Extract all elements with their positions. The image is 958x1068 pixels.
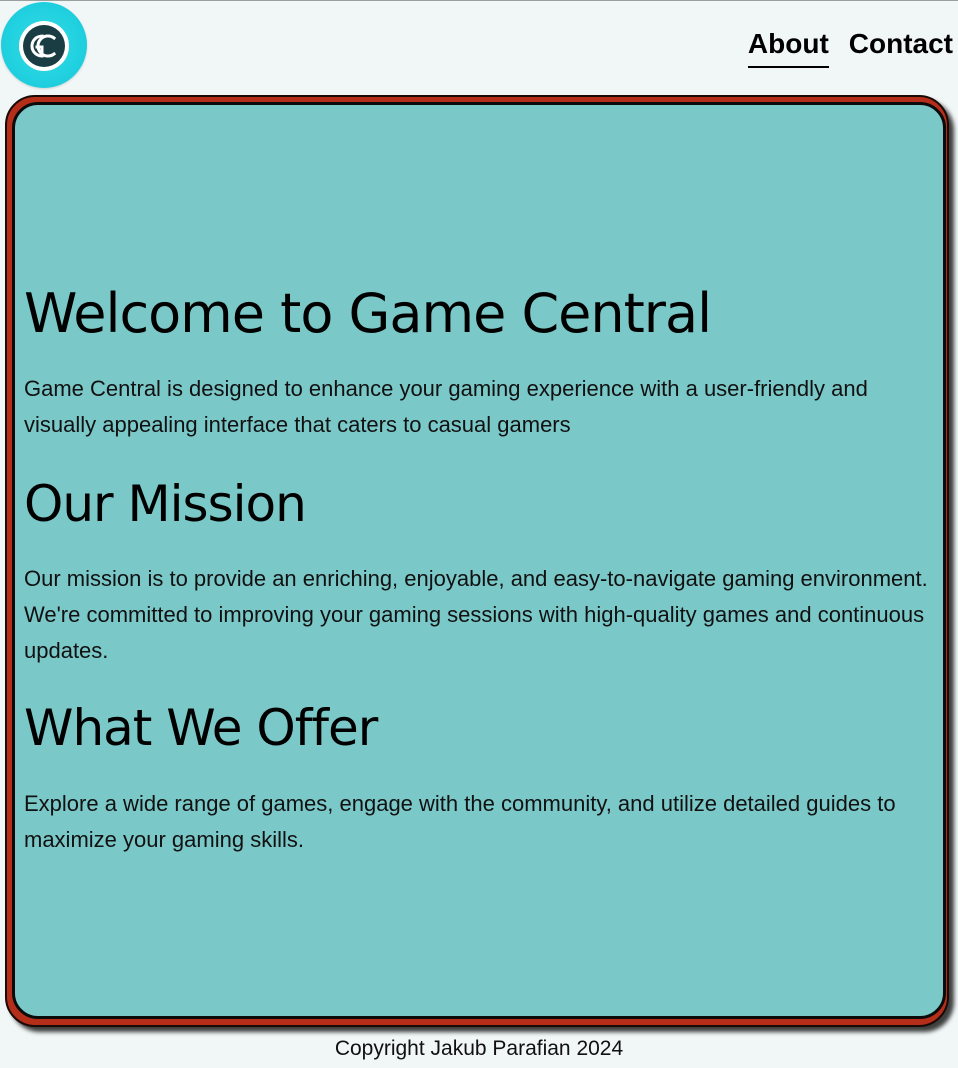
offer-heading: What We Offer xyxy=(24,699,378,757)
welcome-paragraph: Game Central is designed to enhance your… xyxy=(24,376,868,437)
site-logo[interactable] xyxy=(1,2,87,88)
footer-copyright: Copyright Jakub Parafian 2024 xyxy=(334,1037,624,1060)
nav-contact-link[interactable]: Contact xyxy=(849,26,953,68)
mission-paragraph: Our mission is to provide an enriching, … xyxy=(24,566,928,663)
gc-monogram-icon xyxy=(30,34,57,58)
main-nav: About Contact xyxy=(747,26,953,68)
welcome-heading: Welcome to Game Central xyxy=(24,282,712,345)
top-divider xyxy=(0,0,958,1)
nav-about-link[interactable]: About xyxy=(747,26,829,68)
mission-heading: Our Mission xyxy=(24,475,307,533)
logo-icon xyxy=(23,25,65,67)
offer-paragraph: Explore a wide range of games, engage wi… xyxy=(24,791,896,852)
